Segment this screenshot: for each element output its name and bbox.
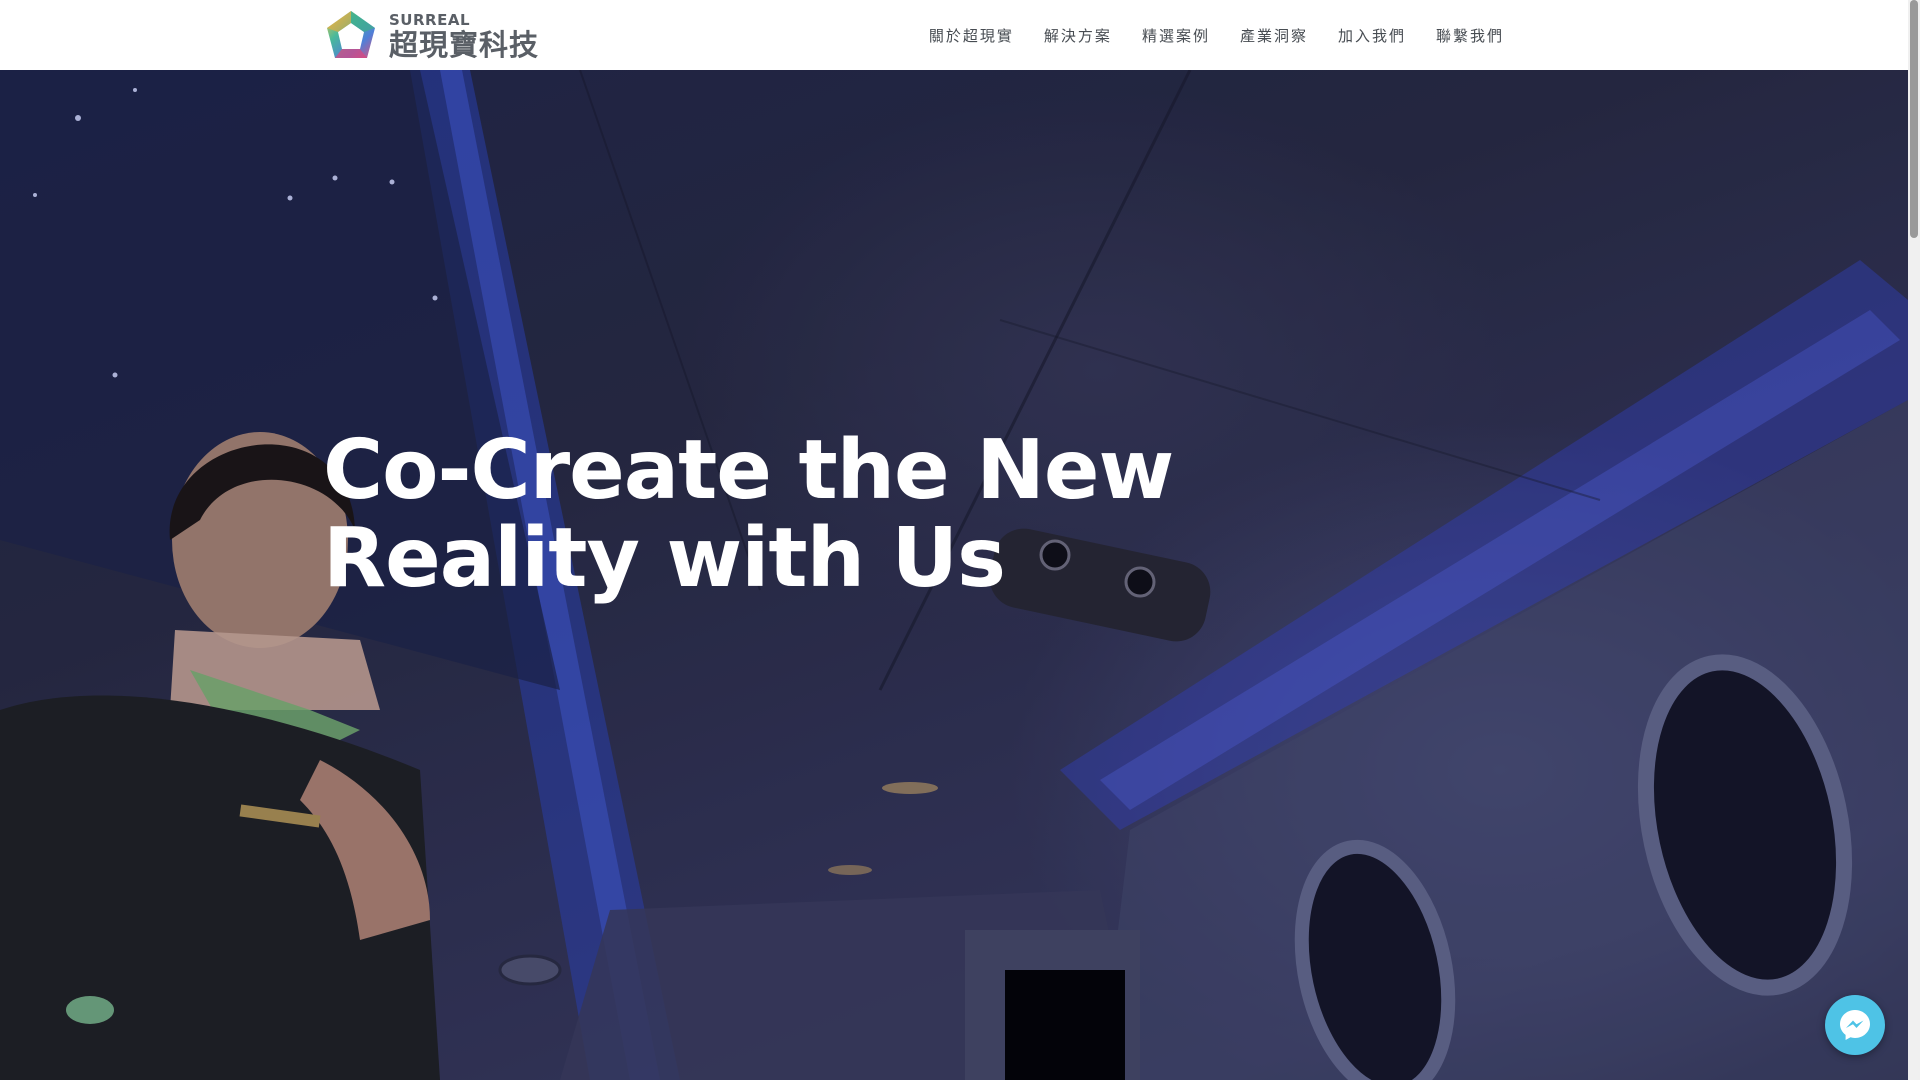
main-nav: 關於超現實 解決方案 精選案例 產業洞察 加入我們 聯繫我們 <box>929 0 1504 70</box>
hero-headline-line1: Co-Create the New <box>323 423 1174 518</box>
logo-name-zh: 超現寶科技 <box>389 27 540 62</box>
nav-item-cases[interactable]: 精選案例 <box>1142 25 1210 46</box>
hero-headline: Co-Create the New Reality with Us <box>323 427 1223 603</box>
scrollbar-thumb[interactable] <box>1910 0 1918 238</box>
nav-item-careers[interactable]: 加入我們 <box>1338 25 1406 46</box>
nav-item-about[interactable]: 關於超現實 <box>929 25 1014 46</box>
hero-headline-line2: Reality with Us <box>323 511 1006 606</box>
messenger-icon <box>1840 1010 1870 1040</box>
logo-wordmark: SURREAL 超現寶科技 <box>389 10 540 62</box>
nav-item-insights[interactable]: 產業洞察 <box>1240 25 1308 46</box>
page-scrollbar[interactable] <box>1908 0 1920 1080</box>
nav-item-solutions[interactable]: 解決方案 <box>1044 25 1112 46</box>
messenger-chat-button[interactable] <box>1825 995 1885 1055</box>
pentagon-logo-icon <box>327 11 375 58</box>
hero-section: Co-Create the New Reality with Us <box>0 70 1908 1080</box>
site-header: SURREAL 超現寶科技 關於超現實 解決方案 精選案例 產業洞察 加入我們 … <box>0 0 1908 70</box>
site-logo[interactable]: SURREAL 超現寶科技 <box>323 8 539 64</box>
nav-item-contact[interactable]: 聯繫我們 <box>1436 25 1504 46</box>
logo-name-en: SURREAL <box>389 10 470 29</box>
